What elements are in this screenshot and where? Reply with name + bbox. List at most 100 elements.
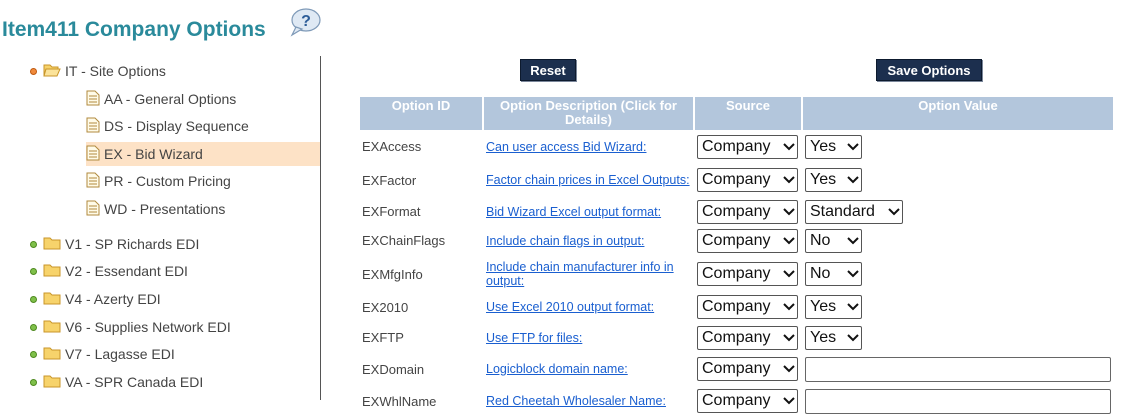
option-description-link[interactable]: Logicblock domain name: <box>486 362 691 376</box>
save-options-button[interactable]: Save Options <box>876 59 982 81</box>
tree-node-sibling[interactable]: V4 - Azerty EDI <box>30 287 161 311</box>
tree-node-label: VA - SPR Canada EDI <box>65 374 204 390</box>
option-value-select[interactable]: Yes <box>805 168 862 192</box>
header-option-value: Option Value <box>803 97 1113 130</box>
folder-icon <box>43 236 65 253</box>
tree-node-label: V4 - Azerty EDI <box>65 291 161 307</box>
option-value-select[interactable]: Standard <box>805 199 903 224</box>
tree-node-child[interactable]: PR - Custom Pricing <box>86 169 231 193</box>
chevron-down-icon <box>783 333 795 341</box>
tree-node-label: DS - Display Sequence <box>104 118 249 134</box>
source-select[interactable]: Company <box>697 389 798 413</box>
chevron-down-icon <box>847 270 859 278</box>
tree-node-child[interactable]: DS - Display Sequence <box>86 114 249 138</box>
tree-divider <box>320 56 321 400</box>
tree-node-child[interactable]: EX - Bid Wizard <box>86 142 320 166</box>
tree-node-label: V7 - Lagasse EDI <box>65 346 175 362</box>
source-text: Company <box>702 360 771 377</box>
header-source: Source <box>695 97 801 130</box>
svg-text:?: ? <box>301 13 311 30</box>
chevron-down-icon <box>888 207 900 215</box>
source-text: Company <box>702 328 771 346</box>
option-description-link[interactable]: Can user access Bid Wizard: <box>486 140 691 154</box>
option-id: EXFormat <box>362 204 421 219</box>
tree-node-label: IT - Site Options <box>65 63 166 79</box>
option-value-text: Yes <box>810 328 837 346</box>
source-select[interactable]: Company <box>697 199 798 224</box>
document-icon <box>86 200 104 219</box>
option-value-input[interactable] <box>805 388 1111 414</box>
chevron-down-icon <box>847 142 859 150</box>
option-value-input[interactable] <box>805 356 1111 382</box>
tree-node-child[interactable]: AA - General Options <box>86 87 236 111</box>
option-value-text: Yes <box>810 171 837 188</box>
chevron-down-icon <box>847 333 859 341</box>
table-row: EXAccess Can user access Bid Wizard: Compa… <box>360 132 1113 161</box>
table-row: EXFTP Use FTP for files: Company Yes <box>360 323 1113 352</box>
option-value-select[interactable]: Yes <box>805 134 862 159</box>
tree-node-sibling[interactable]: V2 - Essendant EDI <box>30 259 188 283</box>
option-description-link[interactable]: Factor chain prices in Excel Outputs: <box>486 173 691 187</box>
source-select[interactable]: Company <box>697 262 798 286</box>
option-value-select[interactable]: No <box>805 228 862 253</box>
tree-node-sibling[interactable]: VA - SPR Canada EDI <box>30 370 203 394</box>
tree-node-label: WD - Presentations <box>104 201 226 217</box>
tree-node-child[interactable]: WD - Presentations <box>86 197 225 221</box>
option-value-select[interactable]: Yes <box>805 295 862 319</box>
table-row: EXFactor Factor chain prices in Excel Out… <box>360 163 1113 197</box>
source-select[interactable]: Company <box>697 295 798 319</box>
table-row: EX2010 Use Excel 2010 output format: Compa… <box>360 293 1113 321</box>
source-text: Company <box>702 202 771 220</box>
option-description-link[interactable]: Red Cheetah Wholesaler Name: <box>486 394 691 408</box>
option-description-link[interactable]: Use FTP for files: <box>486 331 691 345</box>
tree-node-it-site-options[interactable]: IT - Site Options <box>30 59 166 83</box>
option-value-text: Standard <box>810 202 875 220</box>
source-select[interactable]: Company <box>697 134 798 159</box>
chevron-down-icon <box>783 236 795 244</box>
header-option-description: Option Description (Click for Details) <box>484 97 693 130</box>
collapsed-bullet-icon <box>30 378 37 386</box>
tree-node-label: AA - General Options <box>104 91 237 107</box>
collapsed-bullet-icon <box>30 240 37 248</box>
expanded-bullet-icon <box>30 67 37 75</box>
tree-node-sibling[interactable]: V7 - Lagasse EDI <box>30 342 175 366</box>
page-title: Item411 Company Options <box>2 18 266 41</box>
source-select[interactable]: Company <box>697 228 798 253</box>
tree-node-sibling[interactable]: V1 - SP Richards EDI <box>30 232 199 256</box>
folder-icon <box>43 346 65 363</box>
option-value-text: Yes <box>810 298 837 315</box>
tree-node-sibling[interactable]: V6 - Supplies Network EDI <box>30 315 231 339</box>
source-text: Company <box>702 265 771 282</box>
option-description-link[interactable]: Use Excel 2010 output format: <box>486 300 691 314</box>
option-description-link[interactable]: Bid Wizard Excel output format: <box>486 205 691 219</box>
document-icon <box>86 90 104 109</box>
source-select[interactable]: Company <box>697 357 798 381</box>
tree-node-label: V2 - Essendant EDI <box>65 263 188 279</box>
table-row: EXFormat Bid Wizard Excel output format: C… <box>360 199 1113 224</box>
source-text: Company <box>702 171 771 188</box>
chevron-down-icon <box>847 176 859 184</box>
source-text: Company <box>702 298 771 315</box>
option-id: EXChainFlags <box>362 233 446 248</box>
question-bubble-icon[interactable]: ? <box>288 7 322 37</box>
option-value-select[interactable]: Yes <box>805 325 862 350</box>
option-value-select[interactable]: No <box>805 262 862 286</box>
table-row: EXChainFlags Include chain flags in outpu… <box>360 226 1113 255</box>
folder-icon <box>43 291 65 308</box>
chevron-down-icon <box>783 176 795 184</box>
chevron-down-icon <box>783 365 795 373</box>
option-value-text: Yes <box>810 137 837 155</box>
collapsed-bullet-icon <box>30 267 37 275</box>
option-description-link[interactable]: Include chain manufacturer info in outpu… <box>486 260 691 288</box>
option-value-text: No <box>810 231 831 249</box>
source-select[interactable]: Company <box>697 168 798 192</box>
chevron-down-icon <box>783 270 795 278</box>
reset-button[interactable]: Reset <box>520 59 576 81</box>
document-icon <box>86 145 104 164</box>
option-id: EXWhlName <box>362 393 437 409</box>
chevron-down-icon <box>847 303 859 311</box>
collapsed-bullet-icon <box>30 350 37 358</box>
option-description-link[interactable]: Include chain flags in output: <box>486 234 691 248</box>
source-select[interactable]: Company <box>697 325 798 350</box>
option-id: EXMfgInfo <box>362 266 423 282</box>
